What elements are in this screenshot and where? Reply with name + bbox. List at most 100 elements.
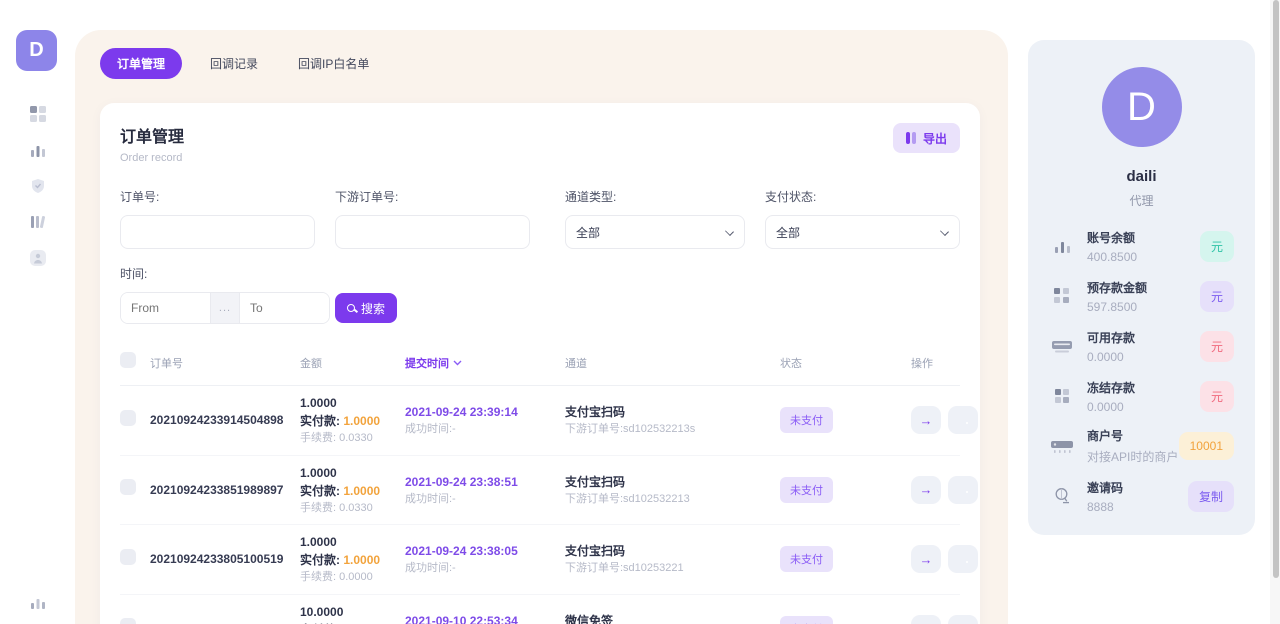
paid-amount: 1.0000	[343, 553, 380, 567]
header-status: 状态	[780, 355, 873, 371]
bar-chart-icon[interactable]	[29, 141, 46, 158]
status-badge: 未支付	[780, 546, 833, 572]
export-button[interactable]: 导出	[893, 123, 960, 153]
date-to-input[interactable]	[240, 293, 329, 323]
table-row: 20210924233914504898 1.0000 实付款: 1.0000 …	[120, 386, 960, 456]
paid-amount: 1.0000	[343, 484, 380, 498]
header-order-no: 订单号	[150, 355, 300, 371]
go-detail-button[interactable]: →	[911, 615, 941, 624]
search-icon	[347, 304, 355, 312]
stat-merchant-id: 商户号 对接API时的商户号 10001	[1028, 421, 1255, 471]
avatar: D	[1102, 67, 1182, 147]
user-icon[interactable]	[29, 249, 46, 266]
page-title: 订单管理	[120, 123, 960, 147]
time-label: 时间:	[120, 265, 960, 282]
success-time: 成功时间:-	[405, 491, 565, 508]
chevron-down-icon	[725, 227, 734, 236]
orders-table: 订单号 金额 提交时间 通道 状态 操作 2021092423391450489…	[120, 352, 960, 624]
page-scrollbar	[1270, 0, 1280, 624]
pay-status-select[interactable]: 全部	[765, 215, 960, 249]
left-nav-rail: D	[0, 0, 75, 624]
amount: 1.0000	[300, 533, 405, 551]
bar-chart-icon	[1049, 238, 1075, 254]
downstream-order-input[interactable]	[335, 215, 530, 249]
amount: 10.0000	[300, 603, 405, 621]
order-management-card: 订单管理 Order record 导出 订单号: 下游订单号: 通道类型: 全…	[100, 103, 980, 624]
export-icon	[906, 132, 916, 144]
arrow-right-icon: →	[920, 414, 933, 427]
stats-chart-icon[interactable]	[29, 593, 46, 610]
arrow-right-icon: →	[920, 483, 933, 496]
channel-name: 支付宝扫码	[565, 542, 780, 560]
tab-callback-record[interactable]: 回调记录	[198, 48, 270, 79]
order-no-label: 订单号:	[120, 188, 335, 205]
table-row: 20210924233805100519 1.0000 实付款: 1.0000 …	[120, 525, 960, 595]
scrollbar-thumb[interactable]	[1273, 0, 1279, 578]
row-checkbox[interactable]	[120, 479, 136, 495]
date-range-picker: ...	[120, 292, 330, 324]
grid-icon	[1049, 389, 1075, 403]
downstream-order-no: 下游订单号:sd10253221	[565, 560, 780, 577]
submit-time: 2021-09-24 23:38:05	[405, 542, 565, 560]
amount: 1.0000	[300, 394, 405, 412]
status-badge: 未支付	[780, 477, 833, 503]
unit-badge: 元	[1200, 331, 1234, 362]
stat-invite-code: 邀请码 8888 复制	[1028, 471, 1255, 521]
downstream-order-no: 下游订单号:sd102532213	[565, 491, 780, 508]
order-no-input[interactable]	[120, 215, 315, 249]
app-logo[interactable]: D	[16, 30, 57, 71]
order-info-button[interactable]	[948, 615, 978, 624]
submit-time: 2021-09-24 23:38:51	[405, 473, 565, 491]
date-from-input[interactable]	[121, 293, 210, 323]
globe-icon	[1049, 487, 1075, 505]
go-detail-button[interactable]: →	[911, 476, 941, 504]
row-checkbox[interactable]	[120, 549, 136, 565]
channel-type-select[interactable]: 全部	[565, 215, 745, 249]
page-subtitle: Order record	[120, 152, 960, 164]
pay-status-label: 支付状态:	[765, 188, 960, 205]
header-channel: 通道	[565, 355, 780, 371]
submit-time: 2021-09-24 23:39:14	[405, 403, 565, 421]
stat-prepaid-amount: 预存款金额 597.8500 元	[1028, 271, 1255, 321]
shield-check-icon[interactable]	[29, 177, 46, 194]
copy-button[interactable]: 复制	[1188, 481, 1234, 512]
dashboard-grid-icon[interactable]	[29, 105, 46, 122]
profile-card: D daili 代理 账号余额 400.8500 元 预存款金额 597.850…	[1028, 40, 1255, 535]
go-detail-button[interactable]: →	[911, 406, 941, 434]
success-time: 成功时间:-	[405, 421, 565, 438]
go-detail-button[interactable]: →	[911, 545, 941, 573]
grid-icon	[1049, 288, 1075, 304]
fee-amount: 0.0330	[339, 502, 373, 514]
order-info-button[interactable]	[948, 545, 978, 573]
stat-account-balance: 账号余额 400.8500 元	[1028, 221, 1255, 271]
stat-frozen-deposit: 冻结存款 0.0000 元	[1028, 371, 1255, 421]
fee-amount: 0.0000	[339, 571, 373, 583]
fee-amount: 0.0330	[339, 432, 373, 444]
status-badge: 未支付	[780, 407, 833, 433]
order-number: 20210924233805100519	[150, 552, 300, 566]
header-submit-time[interactable]: 提交时间	[405, 355, 565, 371]
downstream-order-label: 下游订单号:	[335, 188, 565, 205]
order-info-button[interactable]	[948, 406, 978, 434]
top-tabs: 订单管理 回调记录 回调IP白名单	[75, 30, 1008, 79]
tab-callback-ip-whitelist[interactable]: 回调IP白名单	[286, 48, 381, 79]
library-icon[interactable]	[29, 213, 46, 230]
search-button[interactable]: 搜索	[335, 293, 397, 323]
chevron-down-icon	[940, 227, 949, 236]
profile-role: 代理	[1028, 192, 1255, 209]
credit-card-icon	[1049, 338, 1075, 354]
tab-order-management[interactable]: 订单管理	[100, 48, 182, 79]
amount: 1.0000	[300, 464, 405, 482]
stat-available-deposit: 可用存款 0.0000 元	[1028, 321, 1255, 371]
channel-name: 支付宝扫码	[565, 473, 780, 491]
order-number: 20210924233851989897	[150, 483, 300, 497]
header-amount: 金额	[300, 355, 405, 371]
channel-name: 微信免签	[565, 612, 780, 624]
unit-badge: 元	[1200, 281, 1234, 312]
sort-desc-icon	[453, 358, 462, 367]
submit-time: 2021-09-10 22:53:34	[405, 612, 565, 624]
row-checkbox[interactable]	[120, 618, 136, 624]
row-checkbox[interactable]	[120, 410, 136, 426]
select-all-checkbox[interactable]	[120, 352, 136, 368]
order-info-button[interactable]	[948, 476, 978, 504]
